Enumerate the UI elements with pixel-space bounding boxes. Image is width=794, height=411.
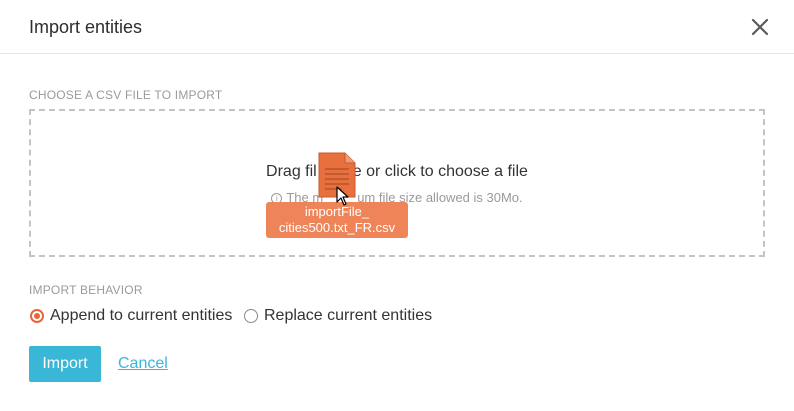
dropzone-text-start: Drag fil [266,163,317,180]
radio-append[interactable]: Append to current entities [30,305,232,327]
cursor-icon [336,186,349,206]
cancel-link[interactable]: Cancel [118,355,168,373]
radio-replace-indicator[interactable] [244,309,258,323]
dropzone-text-end: e or click to choose a file [352,163,528,180]
import-button[interactable]: Import [29,346,101,382]
file-section-label: CHOOSE A CSV FILE TO IMPORT [29,88,223,102]
close-icon[interactable] [748,15,772,39]
dragged-file-name-line2: cities500.txt_FR.csv [278,220,396,235]
radio-replace-label: Replace current entities [264,307,433,324]
radio-replace[interactable]: Replace current entities [244,305,432,327]
dragged-file-name-line1: importFile_ [304,204,370,219]
dialog-header: Import entities [0,0,794,54]
radio-append-label: Append to current entities [50,307,233,324]
dragged-file-name: importFile_ cities500.txt_FR.csv [266,202,408,238]
behavior-section-label: IMPORT BEHAVIOR [29,283,143,297]
radio-append-indicator[interactable] [30,309,44,323]
dialog-title: Import entities [29,17,143,37]
dropzone-text: Drag fil e or click to choose a file [31,163,763,181]
